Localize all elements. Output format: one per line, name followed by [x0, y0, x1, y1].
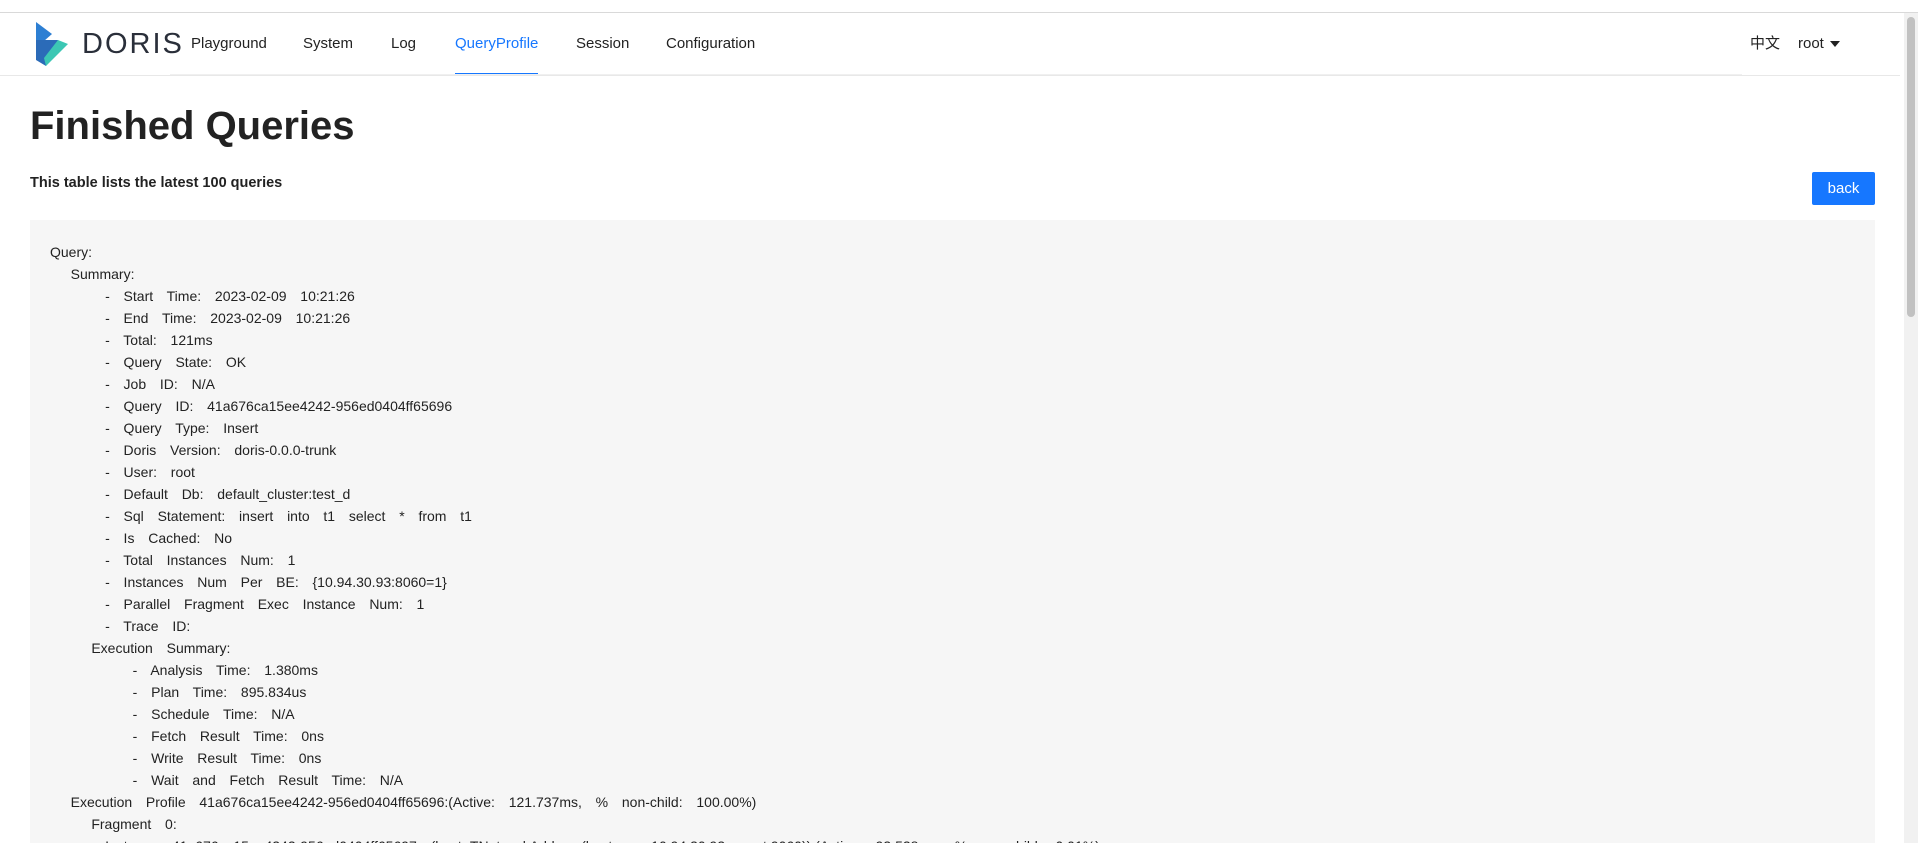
profile-line: - Default Db: default_cluster:test_d — [50, 486, 351, 502]
profile-line: - Query Type: Insert — [50, 420, 259, 436]
profile-line: - Plan Time: 895.834us — [50, 684, 307, 700]
profile-line: Fragment 0: — [50, 816, 177, 832]
scrollbar-thumb[interactable] — [1907, 17, 1915, 317]
nav-tab-system[interactable]: System — [303, 13, 353, 75]
browser-bookmark-strip — [0, 0, 1918, 13]
nav-divider — [170, 74, 1742, 75]
profile-line: Query: — [50, 244, 93, 260]
nav-tab-queryprofile[interactable]: QueryProfile — [455, 13, 539, 75]
page-subtitle: This table lists the latest 100 queries — [30, 175, 283, 191]
profile-line: Instance 41a676ca15ee4242-956ed0404ff656… — [50, 835, 1100, 843]
profile-line: - Is Cached: No — [50, 530, 233, 546]
profile-line: - User: root — [50, 464, 195, 480]
profile-line: - Instances Num Per BE: {10.94.30.93:806… — [50, 574, 447, 590]
doris-logo[interactable]: DORIS — [32, 20, 184, 68]
profile-line: - Query State: OK — [50, 354, 247, 370]
caret-down-icon — [1829, 41, 1840, 48]
profile-line: - Start Time: 2023-02-09 10:21:26 — [50, 288, 355, 304]
profile-line: - Write Result Time: 0ns — [50, 750, 322, 766]
profile-line: - Sql Statement: insert into t1 select *… — [50, 508, 472, 524]
logo-text: DORIS — [82, 27, 184, 60]
profile-line: - Total Instances Num: 1 — [50, 552, 296, 568]
nav-tab-session[interactable]: Session — [576, 13, 629, 75]
profile-line: Summary: — [50, 266, 135, 282]
user-menu[interactable]: root — [1798, 13, 1840, 75]
profile-line: - Job ID: N/A — [50, 376, 215, 392]
profile-line: Execution Profile 41a676ca15ee4242-956ed… — [50, 794, 757, 810]
profile-line: - End Time: 2023-02-09 10:21:26 — [50, 310, 351, 326]
query-profile-panel: Query: Summary: - Start Time: 2023-02-09… — [30, 220, 1875, 843]
back-button[interactable]: back — [1812, 172, 1875, 205]
profile-line: - Doris Version: doris-0.0.0-trunk — [50, 442, 337, 458]
profile-line: - Trace ID: — [50, 618, 191, 634]
language-switch[interactable]: 中文 — [1750, 13, 1780, 75]
profile-line: - Total: 121ms — [50, 332, 213, 348]
profile-line: - Analysis Time: 1.380ms — [50, 662, 318, 678]
top-navbar: DORIS Playground System Log QueryProfile… — [0, 13, 1900, 76]
page-title: Finished Queries — [30, 104, 355, 148]
user-name: root — [1798, 35, 1824, 52]
profile-line: - Parallel Fragment Exec Instance Num: 1 — [50, 596, 425, 612]
nav-tab-log[interactable]: Log — [391, 13, 416, 75]
nav-tab-configuration[interactable]: Configuration — [666, 13, 755, 75]
query-profile-text: Query: Summary: - Start Time: 2023-02-09… — [50, 241, 1100, 843]
doris-logo-icon — [36, 22, 68, 66]
profile-line: - Wait and Fetch Result Time: N/A — [50, 772, 404, 788]
profile-line: Execution Summary: — [50, 640, 231, 656]
profile-line: - Fetch Result Time: 0ns — [50, 728, 324, 744]
nav-tab-playground[interactable]: Playground — [191, 13, 267, 75]
page-scrollbar[interactable] — [1904, 13, 1918, 843]
profile-line: - Schedule Time: N/A — [50, 706, 295, 722]
profile-line: - Query ID: 41a676ca15ee4242-956ed0404ff… — [50, 398, 453, 414]
